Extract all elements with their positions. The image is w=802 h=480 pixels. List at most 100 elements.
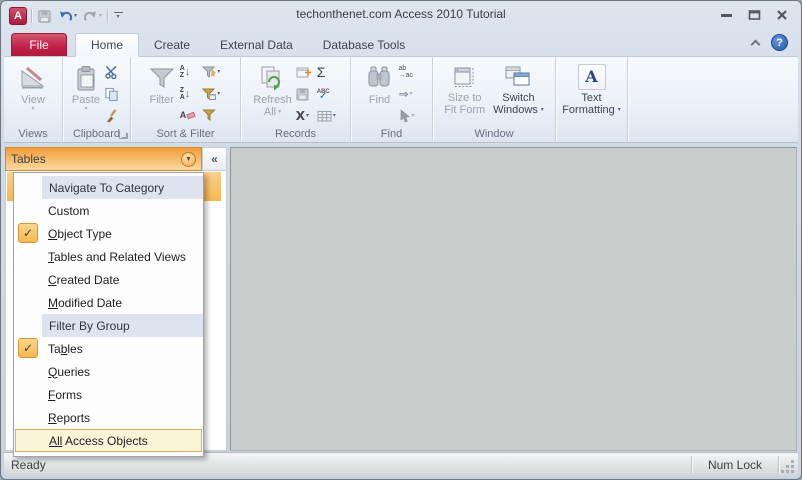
group-label-records: Records bbox=[275, 128, 316, 140]
filter-selection-button[interactable]: ▾ bbox=[200, 62, 222, 83]
switch-windows-icon bbox=[505, 62, 531, 92]
dropdown-arrow-icon: ▾ bbox=[84, 106, 88, 112]
tab-create[interactable]: Create bbox=[139, 33, 205, 56]
dropdown-arrow-icon: ▾ bbox=[540, 107, 544, 113]
menu-header-filter-by-group: Filter By Group bbox=[42, 314, 203, 337]
menu-item-all-access-objects[interactable]: All Access Objects bbox=[15, 429, 202, 452]
undo-button[interactable]: ▾ bbox=[57, 9, 78, 24]
funnel-icon bbox=[149, 62, 175, 94]
undo-icon bbox=[59, 10, 73, 21]
redo-button[interactable]: ▾ bbox=[82, 9, 103, 24]
design-view-icon bbox=[20, 62, 46, 94]
menu-item-object-type[interactable]: ✓ Object Type bbox=[14, 222, 203, 245]
save-button[interactable] bbox=[36, 8, 53, 25]
new-record-button[interactable] bbox=[294, 62, 313, 83]
workspace bbox=[230, 147, 797, 451]
menu-item-reports[interactable]: Reports bbox=[14, 406, 203, 429]
separator bbox=[31, 9, 32, 23]
delete-button[interactable]: X ▾ bbox=[294, 105, 313, 126]
ribbon-group-records: Refresh All ▾ X ▾ Σ ABC ✓ ▾ Records bbox=[241, 57, 351, 142]
view-button[interactable]: View ▾ bbox=[20, 59, 46, 126]
find-button[interactable]: Find bbox=[366, 59, 392, 126]
access-logo-icon[interactable]: A bbox=[9, 7, 27, 25]
go-to-icon: ⇒ bbox=[398, 87, 409, 101]
letter-a-icon: A bbox=[577, 64, 606, 90]
tab-row-right: ? bbox=[750, 34, 788, 51]
select-cursor-icon bbox=[401, 109, 411, 123]
spelling-button[interactable]: ABC ✓ bbox=[315, 84, 338, 105]
select-button[interactable]: ▾ bbox=[396, 105, 416, 126]
tab-external-data[interactable]: External Data bbox=[205, 33, 308, 56]
sort-ascending-button[interactable]: AZ ↓ bbox=[178, 62, 198, 83]
navigation-pane-header[interactable]: Tables ▼ bbox=[5, 147, 202, 171]
filter-toggle-icon bbox=[202, 109, 216, 122]
paste-button[interactable]: Paste ▾ bbox=[72, 59, 100, 126]
menu-item-custom[interactable]: Custom bbox=[14, 199, 203, 222]
format-painter-button[interactable] bbox=[102, 105, 121, 126]
shutter-bar-close-button[interactable]: « bbox=[202, 147, 227, 171]
more-grid-icon bbox=[317, 110, 332, 122]
chevron-down-circle-icon[interactable]: ▼ bbox=[181, 151, 196, 167]
switch-windows-button[interactable]: Switch Windows ▾ bbox=[493, 59, 544, 126]
size-to-fit-form-icon bbox=[453, 62, 477, 92]
filter-button[interactable]: Filter bbox=[149, 59, 175, 126]
remove-sort-icon: A bbox=[180, 111, 196, 120]
go-to-button[interactable]: ⇒ ▾ bbox=[396, 84, 416, 105]
delete-x-icon: X bbox=[295, 108, 306, 123]
dropdown-arrow-icon: ▾ bbox=[278, 109, 282, 115]
text-formatting-button[interactable]: A Text Formatting ▾ bbox=[562, 59, 621, 126]
sort-descending-button[interactable]: ZA ↓ bbox=[178, 84, 198, 105]
menu-item-modified-date[interactable]: Modified Date bbox=[14, 291, 203, 314]
group-label-find: Find bbox=[380, 128, 403, 140]
quick-access-toolbar: A ▾ ▾ ▾ bbox=[9, 6, 124, 26]
filter-selection-icon bbox=[202, 66, 217, 78]
checkmark-icon: ✓ bbox=[18, 223, 38, 243]
cut-button[interactable] bbox=[102, 62, 121, 83]
customize-quick-access-toolbar-icon[interactable]: ▾ bbox=[112, 11, 124, 20]
more-button[interactable]: ▾ bbox=[315, 105, 338, 126]
tab-home[interactable]: Home bbox=[75, 33, 140, 57]
menu-item-tables-and-related-views[interactable]: Tables and Related Views bbox=[14, 245, 203, 268]
checkmark-icon: ✓ bbox=[18, 338, 38, 358]
group-label-window: Window bbox=[474, 128, 514, 140]
restore-button[interactable] bbox=[746, 9, 762, 21]
replace-button[interactable]: ab →ac bbox=[396, 62, 416, 83]
ribbon-group-find: Find ab →ac ⇒ ▾ ▾ Find bbox=[351, 57, 433, 142]
minimize-ribbon-icon[interactable] bbox=[750, 39, 761, 49]
close-button[interactable] bbox=[774, 9, 790, 21]
menu-item-forms[interactable]: Forms bbox=[14, 383, 203, 406]
menu-item-queries[interactable]: Queries bbox=[14, 360, 203, 383]
dropdown-arrow-icon: ▾ bbox=[31, 106, 35, 112]
group-label-views: Views bbox=[18, 128, 48, 140]
resize-grip-icon[interactable] bbox=[781, 460, 795, 474]
size-to-fit-form-button[interactable]: Size to Fit Form bbox=[444, 59, 485, 126]
tab-database-tools[interactable]: Database Tools bbox=[308, 33, 421, 56]
new-record-icon bbox=[296, 67, 311, 78]
menu-item-created-date[interactable]: Created Date bbox=[14, 268, 203, 291]
minimize-icon bbox=[720, 13, 732, 17]
remove-sort-button[interactable]: A bbox=[178, 105, 198, 126]
toggle-filter-button[interactable] bbox=[200, 105, 222, 126]
help-button[interactable]: ? bbox=[771, 34, 788, 51]
group-label-sort-filter: Sort & Filter bbox=[156, 128, 215, 140]
scissors-icon bbox=[105, 66, 117, 80]
save-record-button[interactable] bbox=[294, 84, 313, 105]
status-text: Ready bbox=[11, 457, 46, 472]
menu-header-navigate-to-category: Navigate To Category bbox=[42, 176, 203, 199]
copy-button[interactable] bbox=[102, 84, 121, 105]
tab-file[interactable]: File bbox=[11, 33, 67, 56]
filter-advanced-button[interactable]: ▾ bbox=[200, 84, 222, 105]
format-painter-icon bbox=[107, 108, 117, 123]
ribbon-group-window: Size to Fit Form Switch Windows ▾ Window bbox=[433, 57, 556, 142]
close-icon bbox=[777, 10, 787, 20]
minimize-button[interactable] bbox=[718, 9, 734, 21]
totals-sigma-icon: Σ bbox=[316, 64, 326, 81]
refresh-all-button[interactable]: Refresh All ▾ bbox=[253, 59, 292, 126]
dropdown-arrow-icon: ▾ bbox=[74, 13, 78, 19]
ribbon: View ▾ Views Paste ▾ Clipboard Filter A … bbox=[4, 57, 798, 143]
menu-item-tables[interactable]: ✓ Tables bbox=[14, 337, 203, 360]
clipboard-dialog-launcher-icon[interactable] bbox=[119, 131, 127, 139]
replace-icon: ab →ac bbox=[398, 65, 413, 80]
totals-button[interactable]: Σ bbox=[315, 62, 338, 83]
sort-descending-icon: ZA ↓ bbox=[179, 87, 191, 101]
